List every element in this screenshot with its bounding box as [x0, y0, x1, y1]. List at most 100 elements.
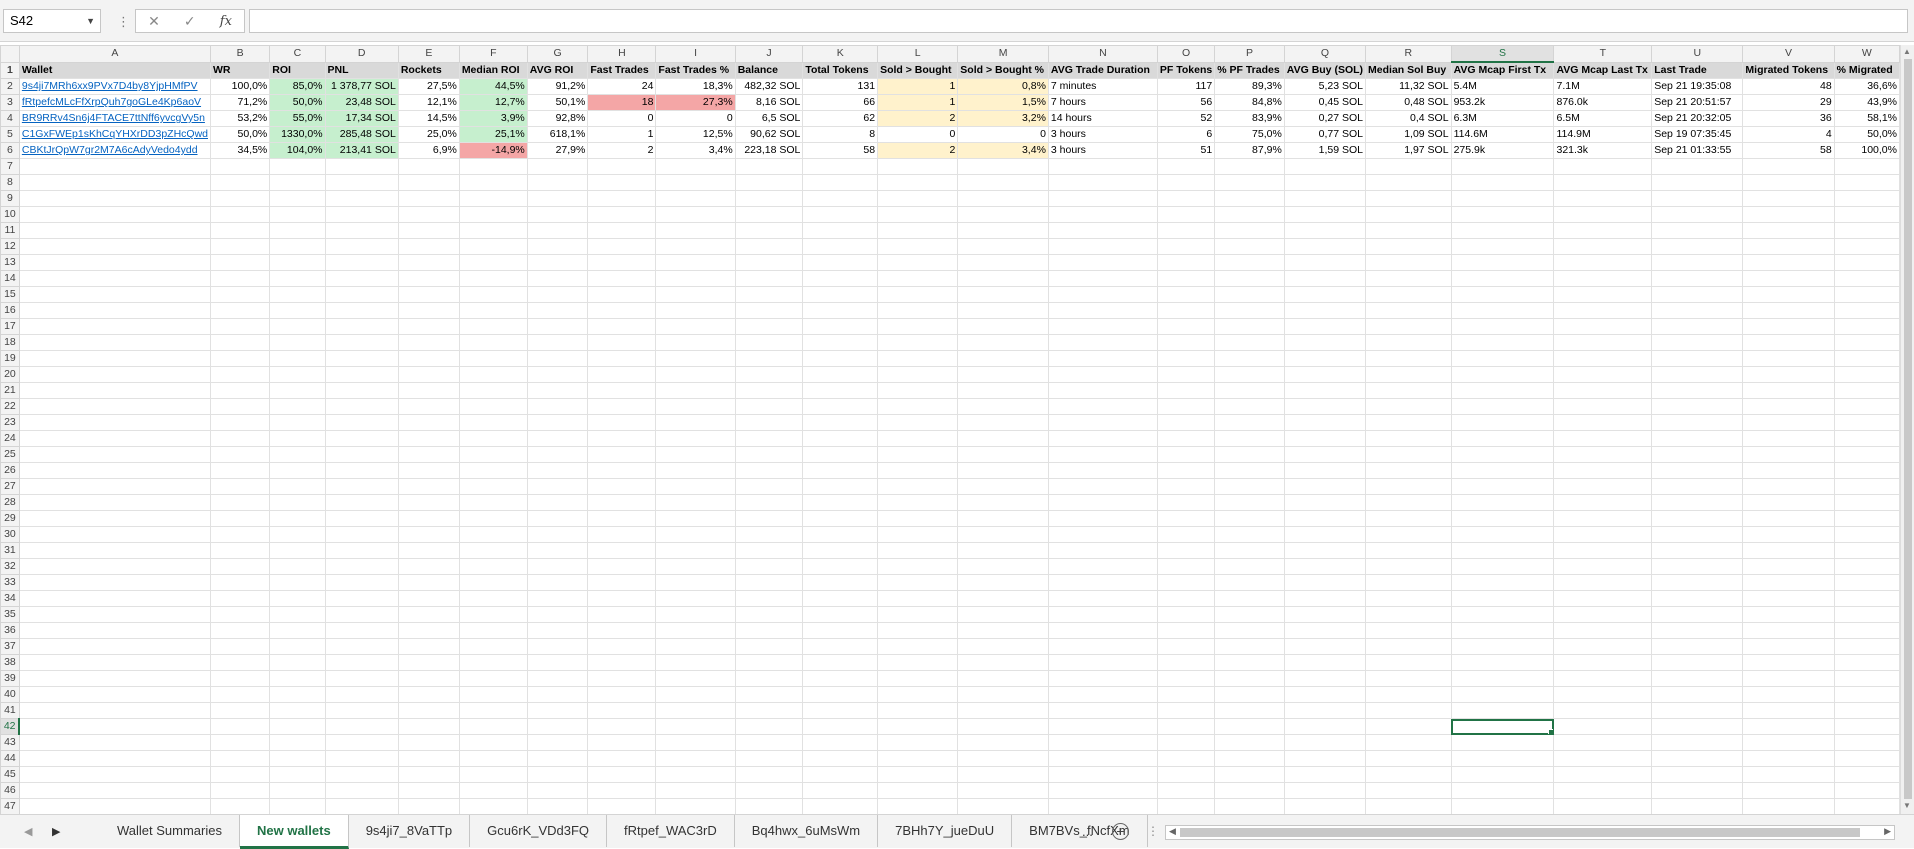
empty-cell[interactable]: [802, 302, 879, 319]
empty-cell[interactable]: [209, 670, 271, 687]
empty-cell[interactable]: [209, 702, 271, 719]
empty-cell[interactable]: [1553, 590, 1653, 607]
empty-cell[interactable]: [269, 638, 326, 655]
data-cell[interactable]: 58: [1742, 142, 1835, 159]
row-header-47[interactable]: 47: [0, 798, 20, 814]
empty-cell[interactable]: [1553, 622, 1653, 639]
empty-cell[interactable]: [1047, 398, 1158, 415]
data-cell[interactable]: 36,6%: [1833, 78, 1900, 95]
empty-cell[interactable]: [1283, 270, 1367, 287]
empty-cell[interactable]: [1214, 766, 1285, 783]
empty-cell[interactable]: [1283, 446, 1367, 463]
empty-cell[interactable]: [324, 446, 399, 463]
empty-cell[interactable]: [802, 462, 879, 479]
empty-cell[interactable]: [734, 478, 804, 495]
empty-cell[interactable]: [734, 734, 804, 751]
empty-cell[interactable]: [1214, 190, 1285, 207]
empty-cell[interactable]: [269, 382, 326, 399]
data-cell[interactable]: 50,0%: [209, 126, 271, 143]
empty-cell[interactable]: [18, 414, 212, 431]
empty-cell[interactable]: [877, 206, 959, 223]
empty-cell[interactable]: [209, 590, 271, 607]
empty-cell[interactable]: [877, 430, 959, 447]
data-cell[interactable]: 12,1%: [397, 94, 460, 111]
column-header-h[interactable]: H: [587, 45, 657, 63]
empty-cell[interactable]: [1047, 702, 1158, 719]
column-header-e[interactable]: E: [397, 45, 460, 63]
empty-cell[interactable]: [1214, 350, 1285, 367]
empty-cell[interactable]: [1047, 286, 1158, 303]
empty-cell[interactable]: [397, 510, 460, 527]
empty-cell[interactable]: [587, 302, 657, 319]
empty-cell[interactable]: [526, 542, 589, 559]
empty-cell[interactable]: [458, 318, 528, 335]
empty-cell[interactable]: [1553, 174, 1653, 191]
empty-cell[interactable]: [1047, 622, 1158, 639]
empty-cell[interactable]: [397, 686, 460, 703]
empty-cell[interactable]: [18, 158, 212, 175]
column-header-p[interactable]: P: [1214, 45, 1285, 63]
empty-cell[interactable]: [1047, 558, 1158, 575]
empty-cell[interactable]: [1833, 782, 1900, 799]
data-cell[interactable]: 0,4 SOL: [1365, 110, 1452, 127]
empty-cell[interactable]: [526, 702, 589, 719]
column-title-cell[interactable]: ROI: [269, 61, 326, 79]
empty-cell[interactable]: [655, 510, 736, 527]
empty-cell[interactable]: [1553, 686, 1653, 703]
column-title-cell[interactable]: AVG Mcap Last Tx: [1553, 61, 1653, 79]
empty-cell[interactable]: [1450, 366, 1555, 383]
row-header-12[interactable]: 12: [0, 238, 20, 255]
empty-cell[interactable]: [1156, 558, 1216, 575]
empty-cell[interactable]: [1047, 238, 1158, 255]
empty-cell[interactable]: [587, 430, 657, 447]
empty-cell[interactable]: [587, 510, 657, 527]
empty-cell[interactable]: [1283, 462, 1367, 479]
empty-cell[interactable]: [1833, 254, 1900, 271]
empty-cell[interactable]: [1651, 622, 1744, 639]
empty-cell[interactable]: [1214, 654, 1285, 671]
empty-cell[interactable]: [1833, 414, 1900, 431]
empty-cell[interactable]: [1450, 590, 1555, 607]
empty-cell[interactable]: [269, 446, 326, 463]
empty-cell[interactable]: [458, 366, 528, 383]
empty-cell[interactable]: [1047, 766, 1158, 783]
empty-cell[interactable]: [209, 638, 271, 655]
data-cell[interactable]: 17,34 SOL: [324, 110, 399, 127]
empty-cell[interactable]: [587, 670, 657, 687]
empty-cell[interactable]: [397, 478, 460, 495]
data-cell[interactable]: 0: [587, 110, 657, 127]
empty-cell[interactable]: [655, 478, 736, 495]
empty-cell[interactable]: [957, 302, 1049, 319]
empty-cell[interactable]: [1156, 526, 1216, 543]
empty-cell[interactable]: [1214, 302, 1285, 319]
empty-cell[interactable]: [587, 334, 657, 351]
empty-cell[interactable]: [734, 766, 804, 783]
empty-cell[interactable]: [458, 270, 528, 287]
empty-cell[interactable]: [209, 238, 271, 255]
empty-cell[interactable]: [1156, 798, 1216, 814]
empty-cell[interactable]: [1283, 654, 1367, 671]
empty-cell[interactable]: [957, 158, 1049, 175]
empty-cell[interactable]: [397, 638, 460, 655]
empty-cell[interactable]: [802, 798, 879, 814]
empty-cell[interactable]: [1450, 702, 1555, 719]
empty-cell[interactable]: [209, 478, 271, 495]
empty-cell[interactable]: [1553, 158, 1653, 175]
empty-cell[interactable]: [802, 430, 879, 447]
empty-cell[interactable]: [1450, 254, 1555, 271]
empty-cell[interactable]: [957, 254, 1049, 271]
data-cell[interactable]: 213,41 SOL: [324, 142, 399, 159]
empty-cell[interactable]: [802, 238, 879, 255]
empty-cell[interactable]: [269, 254, 326, 271]
empty-cell[interactable]: [18, 462, 212, 479]
empty-cell[interactable]: [1742, 526, 1835, 543]
empty-cell[interactable]: [397, 734, 460, 751]
empty-cell[interactable]: [269, 302, 326, 319]
empty-cell[interactable]: [1651, 174, 1744, 191]
empty-cell[interactable]: [1833, 622, 1900, 639]
column-title-cell[interactable]: Total Tokens: [802, 61, 879, 79]
empty-cell[interactable]: [269, 542, 326, 559]
empty-cell[interactable]: [397, 430, 460, 447]
empty-cell[interactable]: [18, 190, 212, 207]
empty-cell[interactable]: [209, 254, 271, 271]
